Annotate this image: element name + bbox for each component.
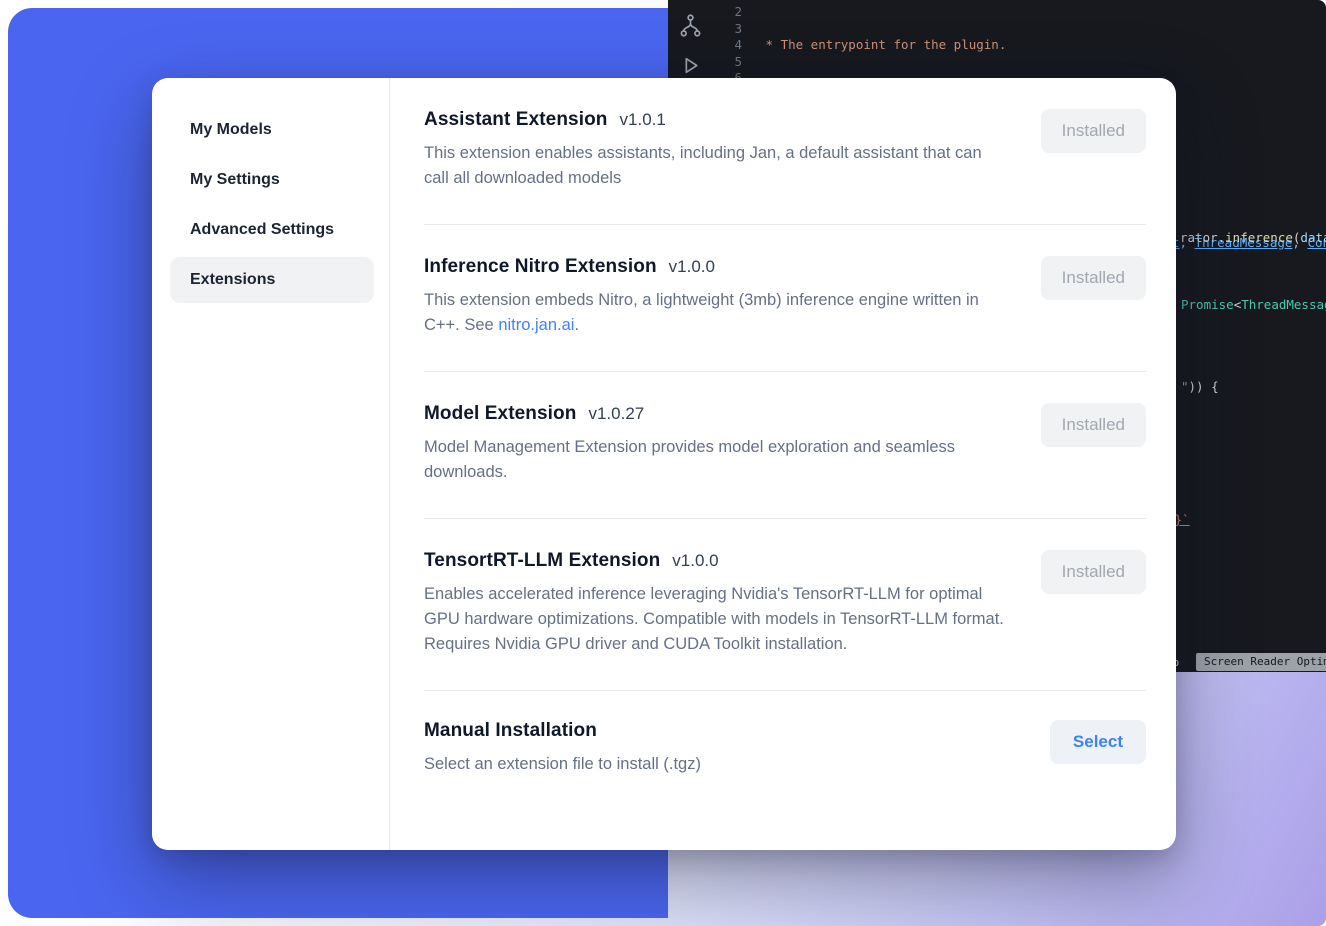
editor-line-numbers: 2 3 4 5 6 <box>724 4 742 87</box>
manual-installation-title: Manual Installation <box>424 720 597 742</box>
select-file-button[interactable]: Select <box>1050 720 1146 764</box>
desktop-background: 2 3 4 5 6 * The entrypoint for the plugi… <box>0 0 1326 926</box>
extension-description: This extension embeds Nitro, a lightweig… <box>424 288 1004 338</box>
code-fragment: ")) { <box>1181 379 1219 396</box>
extension-title: Assistant Extension <box>424 109 608 131</box>
settings-modal: My Models My Settings Advanced Settings … <box>152 78 1176 850</box>
nitro-jan-ai-link[interactable]: nitro.jan.ai <box>498 316 574 334</box>
code-fragment: Promise<ThreadMessage> <box>1181 297 1326 314</box>
run-and-debug-icon[interactable] <box>678 53 703 78</box>
extension-title: Model Extension <box>424 403 576 425</box>
installed-button[interactable]: Installed <box>1041 550 1146 594</box>
line-number: 2 <box>724 4 742 21</box>
settings-sidebar: My Models My Settings Advanced Settings … <box>152 78 390 850</box>
extension-title: Inference Nitro Extension <box>424 256 657 278</box>
extension-description: This extension enables assistants, inclu… <box>424 141 1004 191</box>
screen-reader-optimize-chip[interactable]: Screen Reader Optimize <box>1196 653 1326 671</box>
sidebar-item-extensions[interactable]: Extensions <box>170 257 374 303</box>
sidebar-item-advanced-settings[interactable]: Advanced Settings <box>170 207 374 253</box>
extension-version: v1.0.0 <box>669 257 715 277</box>
extension-row-tensorrt-llm: TensortRT-LLM Extension v1.0.0 Enables a… <box>424 519 1146 691</box>
extensions-panel: Assistant Extension v1.0.1 This extensio… <box>390 78 1176 850</box>
installed-button[interactable]: Installed <box>1041 256 1146 300</box>
sidebar-item-my-settings[interactable]: My Settings <box>170 157 374 203</box>
extension-version: v1.0.1 <box>620 110 666 130</box>
extension-description: Model Management Extension provides mode… <box>424 435 1004 485</box>
extension-row-model: Model Extension v1.0.27 Model Management… <box>424 372 1146 519</box>
line-number: 4 <box>724 37 742 54</box>
source-control-icon[interactable] <box>677 12 704 39</box>
installed-button[interactable]: Installed <box>1041 403 1146 447</box>
sidebar-item-my-models[interactable]: My Models <box>170 107 374 153</box>
extension-title: TensortRT-LLM Extension <box>424 550 660 572</box>
code-fragment: rator.inference(data)); <box>1180 230 1326 247</box>
editor-activity-bar <box>672 12 708 78</box>
line-number: 3 <box>724 21 742 38</box>
manual-installation-description: Select an extension file to install (.tg… <box>424 752 701 777</box>
extension-row-inference-nitro: Inference Nitro Extension v1.0.0 This ex… <box>424 225 1146 372</box>
installed-button[interactable]: Installed <box>1041 109 1146 153</box>
extension-version: v1.0.0 <box>672 551 718 571</box>
extension-description: Enables accelerated inference leveraging… <box>424 582 1004 657</box>
manual-installation-row: Manual Installation Select an extension … <box>424 691 1146 810</box>
extension-version: v1.0.27 <box>588 404 644 424</box>
extension-row-assistant: Assistant Extension v1.0.1 This extensio… <box>424 78 1146 225</box>
description-text: . <box>574 316 579 334</box>
code-line: * The entrypoint for the plugin. <box>758 37 1326 54</box>
line-number: 5 <box>724 54 742 71</box>
